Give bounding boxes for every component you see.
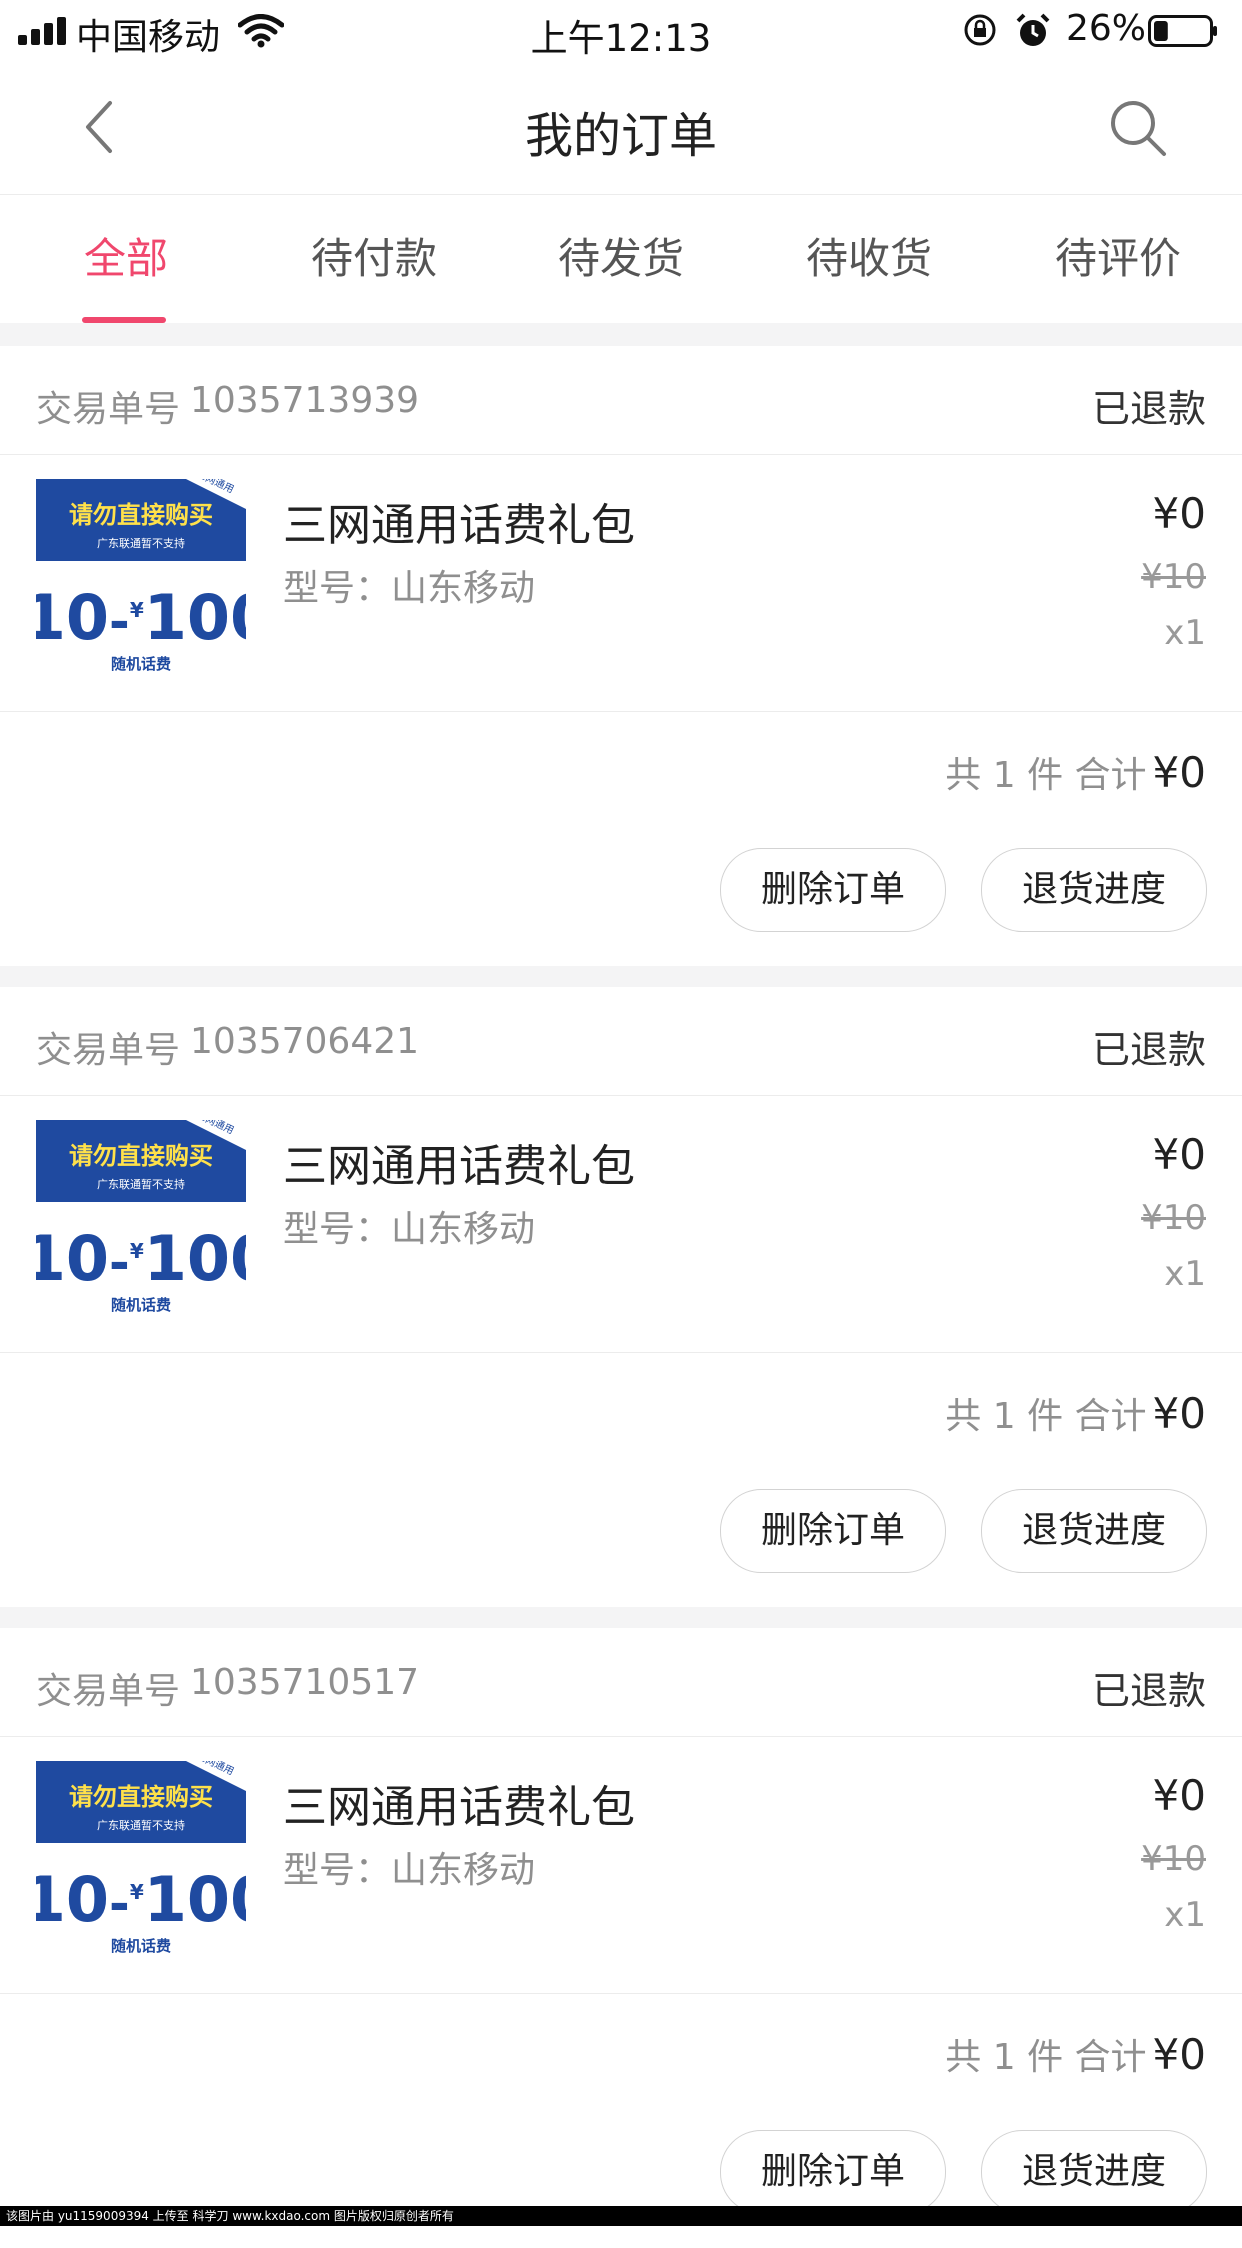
order-number: 1035710517 [190, 1662, 420, 1703]
tab-pending-shipment[interactable]: 待发货 [531, 225, 711, 286]
product-price: ¥0 [1152, 1130, 1206, 1179]
order-number: 1035706421 [190, 1021, 420, 1062]
svg-text:请勿直接购买: 请勿直接购买 [69, 501, 213, 529]
product-thumbnail: 三网通用 请勿直接购买 广东联通暂不支持 ¥10-¥100 随机话费 [36, 479, 246, 679]
tab-pending-payment[interactable]: 待付款 [284, 225, 464, 286]
order-card: 交易单号 1035713939 已退款 三网通用 请勿直接购买 广东联通暂不支持… [0, 346, 1242, 966]
svg-text:广东联通暂不支持: 广东联通暂不支持 [97, 1818, 185, 1832]
alarm-icon [1016, 13, 1050, 46]
nav-header: 我的订单 [0, 62, 1242, 195]
svg-text:广东联通暂不支持: 广东联通暂不支持 [97, 1177, 185, 1191]
product-price: ¥0 [1152, 489, 1206, 538]
svg-text:随机话费: 随机话费 [111, 1296, 171, 1314]
order-tabs: 全部 待付款 待发货 待收货 待评价 [0, 195, 1242, 323]
order-status: 已退款 [1091, 1669, 1206, 1713]
delete-order-button[interactable]: 删除订单 [720, 2130, 946, 2214]
product-name: 三网通用话费礼包 [283, 1782, 635, 1833]
summary-label: 共 1 件 合计 [945, 1396, 1147, 1437]
svg-text:随机话费: 随机话费 [111, 1937, 171, 1955]
product-price: ¥0 [1152, 1771, 1206, 1820]
order-item[interactable]: 三网通用 请勿直接购买 广东联通暂不支持 ¥10-¥100 随机话费 三网通用话… [0, 1737, 1242, 1994]
delete-order-button[interactable]: 删除订单 [720, 848, 946, 932]
product-spec: 型号：山东移动 [283, 568, 536, 609]
order-summary: 共 1 件 合计 ¥0 [945, 2028, 1206, 2080]
order-header: 交易单号 1035713939 已退款 [0, 346, 1242, 455]
product-spec: 型号：山东移动 [283, 1209, 536, 1250]
order-number-label: 交易单号 [36, 1030, 181, 1071]
product-thumbnail: 三网通用 请勿直接购买 广东联通暂不支持 ¥10-¥100 随机话费 [36, 1761, 246, 1961]
product-quantity: x1 [1164, 1254, 1206, 1294]
return-progress-button[interactable]: 退货进度 [981, 848, 1207, 932]
product-name: 三网通用话费礼包 [283, 500, 635, 551]
summary-label: 共 1 件 合计 [945, 2037, 1147, 2078]
original-price: ¥10 [1141, 1198, 1206, 1238]
status-bar: 中国移动 上午12:13 26% [0, 0, 1242, 62]
watermark-footer: 该图片由 yu1159009394 上传至 科学刀 www.kxdao.com … [0, 2206, 1242, 2226]
order-item[interactable]: 三网通用 请勿直接购买 广东联通暂不支持 ¥10-¥100 随机话费 三网通用话… [0, 1096, 1242, 1353]
product-quantity: x1 [1164, 613, 1206, 653]
delete-order-button[interactable]: 删除订单 [720, 1489, 946, 1573]
order-header: 交易单号 1035710517 已退款 [0, 1628, 1242, 1737]
order-summary: 共 1 件 合计 ¥0 [945, 1387, 1206, 1439]
active-tab-indicator [82, 317, 166, 323]
order-total: ¥0 [1152, 2030, 1206, 2079]
original-price: ¥10 [1141, 1839, 1206, 1879]
tab-pending-receipt[interactable]: 待收货 [779, 225, 959, 286]
product-spec: 型号：山东移动 [283, 1850, 536, 1891]
order-card: 交易单号 1035710517 已退款 三网通用 请勿直接购买 广东联通暂不支持… [0, 1628, 1242, 2248]
summary-label: 共 1 件 合计 [945, 755, 1147, 796]
order-total: ¥0 [1152, 1389, 1206, 1438]
tab-all[interactable]: 全部 [36, 225, 216, 286]
order-number-label: 交易单号 [36, 389, 181, 430]
clock: 上午12:13 [530, 17, 712, 60]
order-card: 交易单号 1035706421 已退款 三网通用 请勿直接购买 广东联通暂不支持… [0, 987, 1242, 1607]
product-quantity: x1 [1164, 1895, 1206, 1935]
tab-pending-review[interactable]: 待评价 [1028, 225, 1208, 286]
original-price: ¥10 [1141, 557, 1206, 597]
order-status: 已退款 [1091, 1028, 1206, 1072]
page-title: 我的订单 [524, 108, 717, 164]
svg-text:随机话费: 随机话费 [111, 655, 171, 673]
order-summary: 共 1 件 合计 ¥0 [945, 746, 1206, 798]
search-icon[interactable] [1108, 98, 1168, 158]
return-progress-button[interactable]: 退货进度 [981, 2130, 1207, 2214]
order-item[interactable]: 三网通用 请勿直接购买 广东联通暂不支持 ¥10-¥100 随机话费 三网通用话… [0, 455, 1242, 712]
return-progress-button[interactable]: 退货进度 [981, 1489, 1207, 1573]
order-status: 已退款 [1091, 387, 1206, 431]
battery-icon [1148, 15, 1217, 47]
svg-text:请勿直接购买: 请勿直接购买 [69, 1142, 213, 1170]
battery-percent: 26% [1066, 8, 1147, 49]
svg-text:请勿直接购买: 请勿直接购买 [69, 1783, 213, 1811]
product-name: 三网通用话费礼包 [283, 1141, 635, 1192]
order-number-label: 交易单号 [36, 1671, 181, 1712]
rotation-lock-icon [964, 14, 996, 46]
order-number: 1035713939 [190, 380, 420, 421]
product-thumbnail: 三网通用 请勿直接购买 广东联通暂不支持 ¥10-¥100 随机话费 [36, 1120, 246, 1320]
order-total: ¥0 [1152, 748, 1206, 797]
svg-text:广东联通暂不支持: 广东联通暂不支持 [97, 536, 185, 550]
order-header: 交易单号 1035706421 已退款 [0, 987, 1242, 1096]
